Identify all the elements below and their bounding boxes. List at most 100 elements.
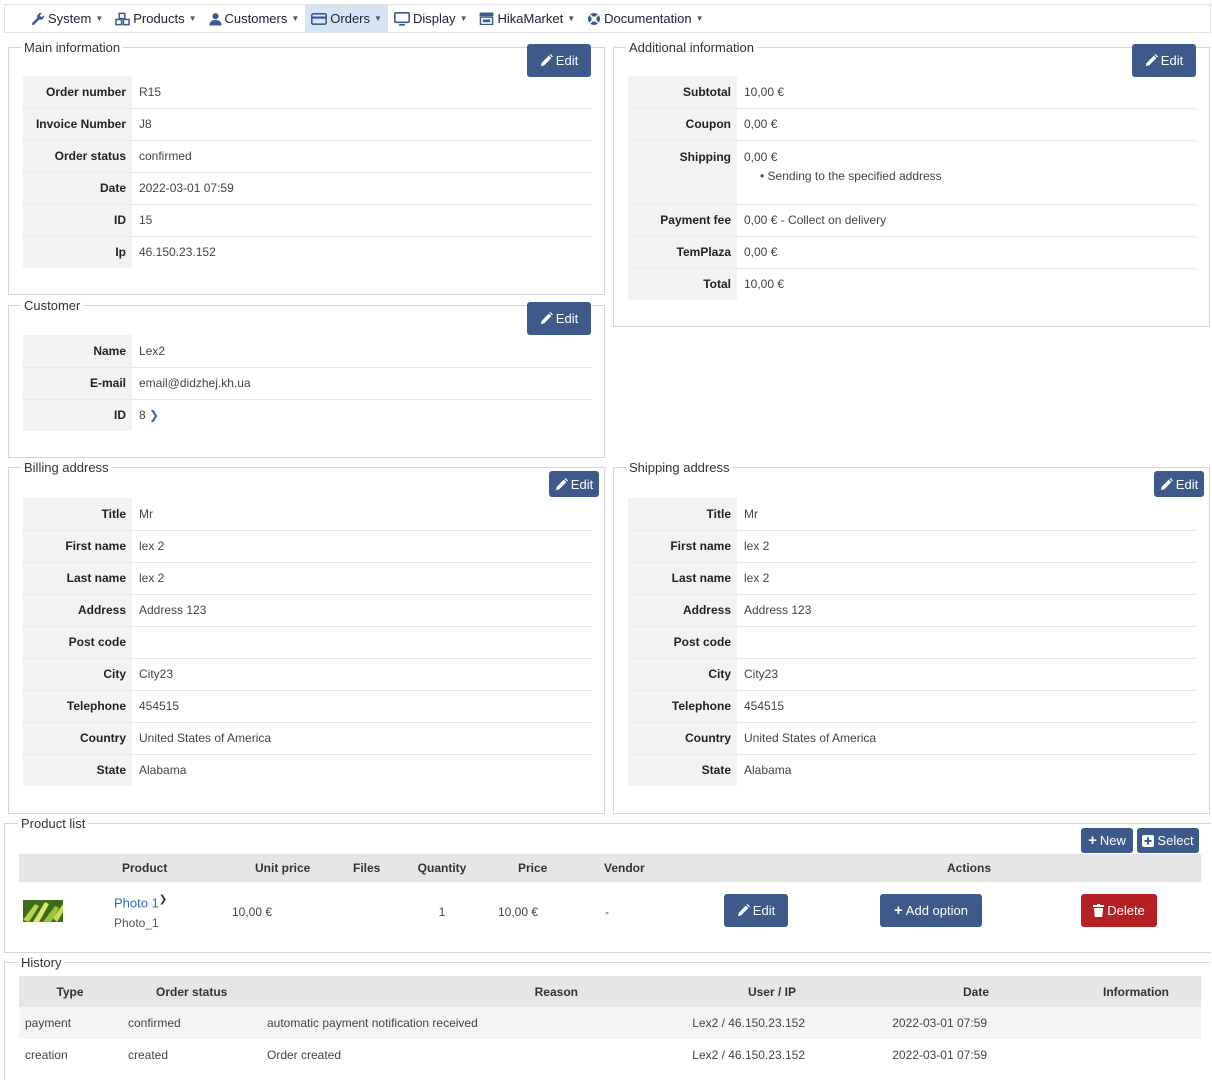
field-label: Name <box>23 335 132 367</box>
table-row: Subtotal 10,00 € <box>628 76 1197 108</box>
field-label: Post code <box>23 625 132 658</box>
table-row: State Alabama <box>23 753 592 786</box>
menu-customers[interactable]: Customers ▼ <box>203 5 306 32</box>
edit-label: Edit <box>570 476 594 492</box>
menu-system[interactable]: System ▼ <box>25 5 109 32</box>
history-panel: History Type Order status Reason User / … <box>4 955 1211 1080</box>
caret-down-icon: ▼ <box>188 14 197 23</box>
history-type: creation <box>25 1048 68 1062</box>
table-row: Last name lex 2 <box>628 561 1197 594</box>
select-label: Select <box>1157 833 1194 848</box>
field-label: Address <box>23 593 132 626</box>
field-label: First name <box>628 529 737 562</box>
product-link[interactable]: Photo 1❯ <box>114 894 225 910</box>
pencil-icon <box>540 312 553 325</box>
field-label: Post code <box>628 625 737 658</box>
shipping-edit-button[interactable]: Edit <box>1154 471 1204 497</box>
add-option-button[interactable]: + Add option <box>880 894 982 927</box>
menu-display[interactable]: Display ▼ <box>388 5 474 32</box>
shipping-method-item: • Sending to the specified address <box>760 168 942 183</box>
menu-documentation[interactable]: Documentation ▼ <box>581 5 709 32</box>
plus-icon: + <box>894 902 903 919</box>
customer-legend: Customer <box>21 298 84 313</box>
field-value: Alabama <box>737 753 1197 786</box>
main-info-edit-button[interactable]: Edit <box>527 44 591 77</box>
user-icon <box>208 12 222 26</box>
field-label: ID <box>23 398 132 431</box>
table-row: State Alabama <box>628 753 1197 786</box>
table-row: Last name lex 2 <box>23 561 592 594</box>
field-value: Mr <box>744 506 758 521</box>
additional-information-panel: Additional information Edit Subtotal 10,0… <box>613 40 1210 327</box>
field-value: Lex2 <box>139 343 166 358</box>
field-label: Shipping <box>628 139 737 204</box>
field-label: Coupon <box>628 107 737 140</box>
pencil-icon <box>1145 54 1158 67</box>
table-row: Country United States of America <box>23 721 592 754</box>
main-information-panel: Main information Edit Order number R15 In… <box>8 40 605 295</box>
column-header: Product <box>109 854 225 882</box>
field-label: E-mail <box>23 366 132 399</box>
history-info <box>1001 1039 1201 1071</box>
history-legend: History <box>18 955 65 970</box>
column-header: Date <box>821 976 1001 1007</box>
customer-id: 8 <box>139 408 146 423</box>
field-value: email@didzhej.kh.ua <box>132 366 592 399</box>
quantity-cell: 1 <box>438 905 446 919</box>
customer-edit-button[interactable]: Edit <box>527 302 591 335</box>
field-label: Ip <box>23 235 132 268</box>
field-value: lex 2 <box>132 529 592 562</box>
additional-information-table: Subtotal 10,00 € Coupon 0,00 € Shipping 0,… <box>628 76 1197 300</box>
select-product-button[interactable]: Select <box>1137 828 1199 853</box>
menu-products[interactable]: Products ▼ <box>109 5 202 32</box>
table-row: Invoice Number J8 <box>23 107 592 140</box>
caret-down-icon: ▼ <box>291 14 300 23</box>
table-row: Telephone 454515 <box>23 689 592 722</box>
product-thumbnail[interactable] <box>23 899 63 922</box>
history-reason: automatic payment notification received <box>260 1007 600 1039</box>
table-row: First name lex 2 <box>23 529 592 562</box>
price-cell: 10,00 € <box>498 905 539 919</box>
history-user: Lex2 / 46.150.23.152 <box>600 1007 821 1039</box>
field-value: 8 ❯ <box>132 398 592 431</box>
plus-square-icon <box>1142 834 1155 847</box>
product-thumbnail-cell <box>19 882 109 942</box>
delete-product-button[interactable]: Delete <box>1081 894 1157 927</box>
table-row: First name lex 2 <box>628 529 1197 562</box>
table-row: Country United States of America <box>628 721 1197 754</box>
main-information-table: Order number R15 Invoice Number J8 Order s… <box>23 76 592 268</box>
table-row: Shipping 0,00 € • Sending to the specifi… <box>628 139 1197 204</box>
delete-label: Delete <box>1107 903 1145 918</box>
history-status: confirmed <box>121 1007 260 1039</box>
field-label: City <box>628 657 737 690</box>
table-row: ID 8 ❯ <box>23 398 592 431</box>
additional-info-edit-button[interactable]: Edit <box>1132 44 1196 77</box>
table-row: Payment fee 0,00 € - Collect on delivery <box>628 203 1197 236</box>
menu-orders[interactable]: Orders ▼ <box>305 5 388 32</box>
field-label: Last name <box>23 561 132 594</box>
product-list-panel: Product list + New Select Product Unit p… <box>4 816 1211 953</box>
product-name-cell: Photo 1❯ Photo_1 <box>109 882 225 942</box>
field-value: Mr <box>139 506 153 521</box>
caret-down-icon: ▼ <box>567 14 576 23</box>
customer-table: Name Lex2 E-mail email@didzhej.kh.ua ID 8 ❯ <box>23 335 592 431</box>
product-edit-button[interactable]: Edit <box>724 894 788 927</box>
field-label: TemPlaza <box>628 235 737 268</box>
main-information-legend: Main information <box>21 40 124 55</box>
field-label: State <box>628 753 737 786</box>
menu-label: Display <box>412 11 456 26</box>
table-row: Photo 1❯ Photo_1 10,00 € 1 10,00 € - <box>19 882 1201 942</box>
chevron-right-icon[interactable]: ❯ <box>149 408 159 422</box>
billing-edit-button[interactable]: Edit <box>549 471 599 497</box>
column-header <box>19 854 109 882</box>
top-menu-bar: System ▼ Products ▼ Customers ▼ Orders ▼ Dis… <box>4 4 1211 33</box>
column-header: Actions <box>795 854 1003 882</box>
table-row: Date 2022-03-01 07:59 <box>23 171 592 204</box>
new-product-button[interactable]: + New <box>1081 828 1133 853</box>
menu-hikamarket[interactable]: HikaMarket ▼ <box>473 5 581 32</box>
field-value: 15 <box>132 203 592 236</box>
table-row: Telephone 454515 <box>628 689 1197 722</box>
table-row: Total 10,00 € <box>628 267 1197 300</box>
column-header: Unit price <box>225 854 321 882</box>
column-header: Price <box>485 854 584 882</box>
